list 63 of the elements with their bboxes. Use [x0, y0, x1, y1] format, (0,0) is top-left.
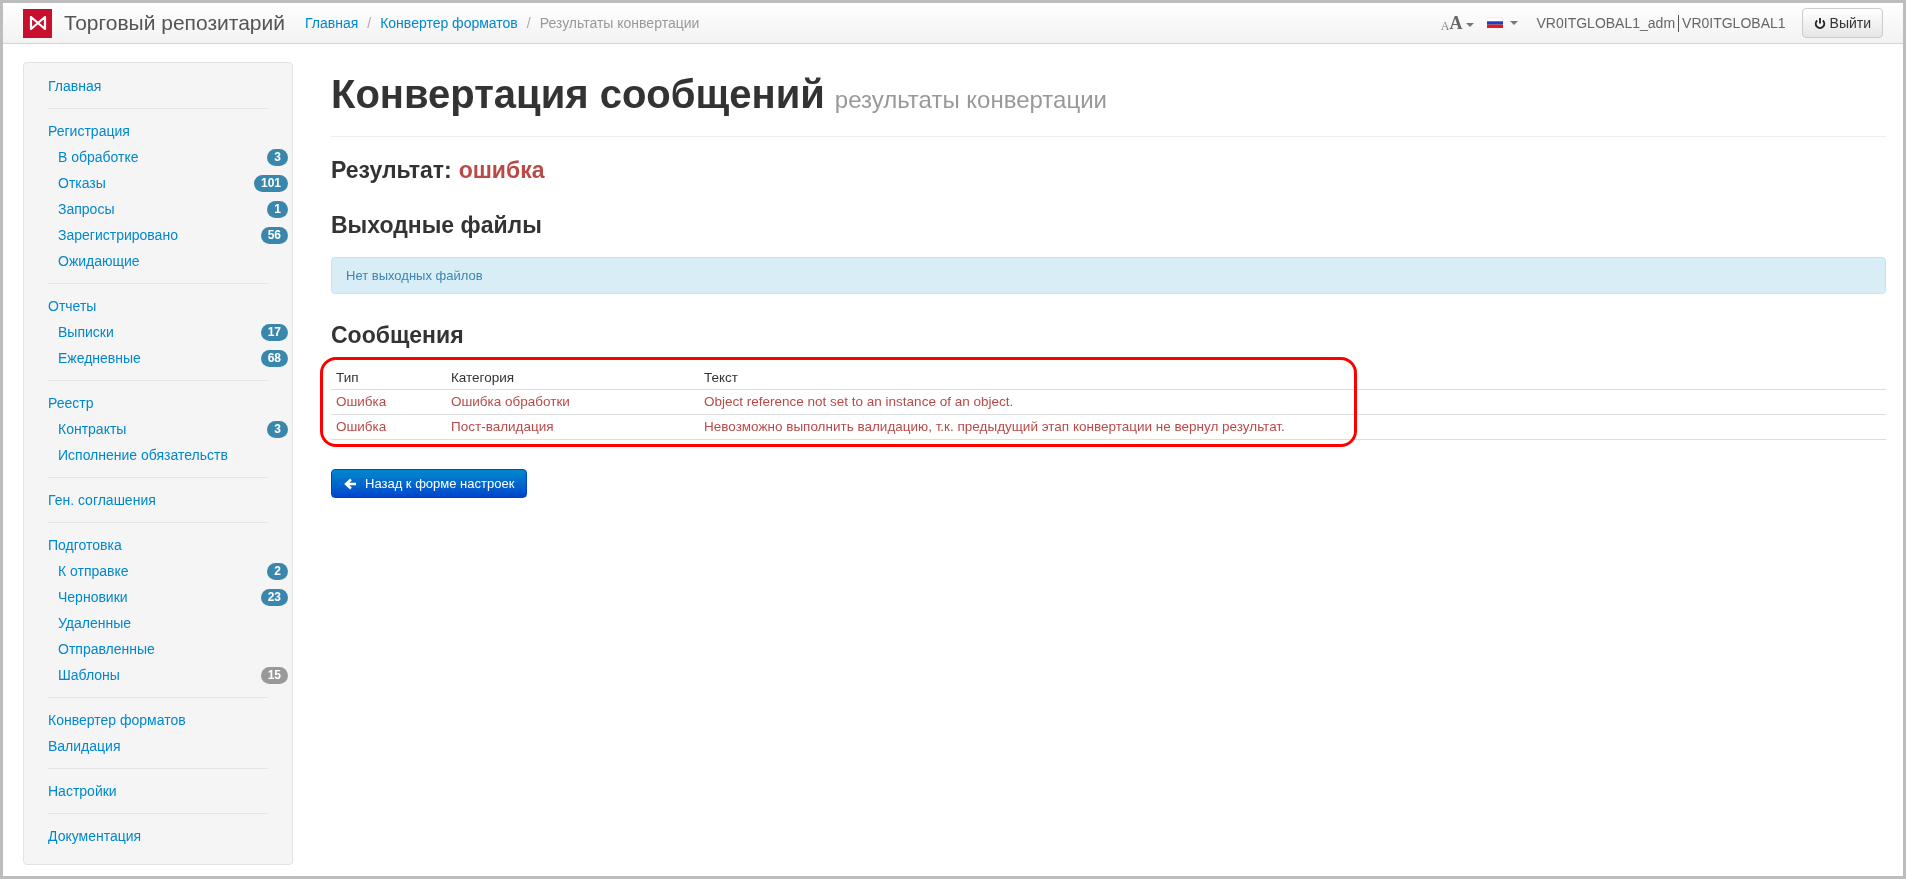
arrow-left-icon — [344, 477, 357, 490]
count-badge: 56 — [260, 226, 288, 244]
count-badge: 17 — [260, 323, 288, 341]
nav-sub-link[interactable]: Черновики — [58, 586, 128, 608]
nav-sub-link[interactable]: Выписки — [58, 321, 114, 343]
table-cell: Ошибка — [331, 389, 446, 415]
nav-link[interactable]: Подготовка — [40, 532, 276, 558]
column-header: Тип — [331, 366, 446, 390]
back-button[interactable]: Назад к форме настроек — [331, 469, 528, 498]
count-badge: 68 — [260, 349, 288, 367]
messages-heading: Сообщения — [331, 321, 465, 350]
nav-sub-link[interactable]: Ежедневные — [58, 347, 141, 369]
nav-link[interactable]: Документация — [40, 823, 276, 849]
breadcrumb-separator: / — [526, 13, 531, 33]
nav-sub-link[interactable]: Ожидающие — [58, 250, 140, 272]
count-badge: 1 — [267, 200, 288, 218]
count-badge: 15 — [260, 666, 288, 684]
nav-link[interactable]: Настройки — [40, 778, 276, 804]
table-cell: Object reference not set to an instance of an object. — [699, 389, 1886, 415]
column-header: Категория — [446, 366, 699, 390]
page-subtitle: результаты конвертации — [834, 85, 1107, 115]
count-badge: 101 — [253, 174, 288, 192]
nav-sub-link[interactable]: Запросы — [58, 198, 115, 220]
table-cell: Невозможно выполнить валидацию, т.к. предыдущий этап конвертации не вернул результат. — [699, 414, 1886, 440]
nav-sub-link[interactable]: Контракты — [58, 418, 127, 440]
logo-icon[interactable] — [23, 8, 52, 38]
page-title: Конвертация сообщений — [331, 71, 825, 118]
table-cell: Пост-валидация — [446, 414, 699, 440]
count-badge: 3 — [267, 148, 288, 166]
logout-button[interactable]: Выйти — [1801, 8, 1883, 38]
nav-link[interactable]: Главная — [40, 73, 276, 99]
nav-link[interactable]: Валидация — [40, 733, 276, 759]
power-icon — [1813, 16, 1826, 30]
output-heading: Выходные файлы — [331, 210, 543, 240]
table-cell: Ошибка — [331, 414, 446, 440]
app-title[interactable]: Торговый репозитарий — [64, 7, 285, 39]
user-name: VR0ITGLOBAL1_adm — [1536, 13, 1676, 33]
nav-sub-link[interactable]: Исполнение обязательств — [58, 444, 228, 466]
nav-link[interactable]: Регистрация — [40, 118, 276, 144]
nav-sub-link[interactable]: К отправке — [58, 560, 129, 582]
nav-link[interactable]: Реестр — [40, 390, 276, 416]
organization-name: VR0ITGLOBAL1 — [1682, 13, 1786, 33]
count-badge: 2 — [267, 562, 288, 580]
breadcrumb-separator: / — [367, 13, 372, 33]
breadcrumb-link[interactable]: Конвертер форматов — [380, 12, 518, 34]
count-badge: 23 — [260, 588, 288, 606]
nav-sub-link[interactable]: Отказы — [58, 172, 106, 194]
column-header: Текст — [699, 366, 1886, 390]
nav-link[interactable]: Отчеты — [40, 293, 276, 319]
breadcrumb-current: Результаты конвертации — [539, 13, 700, 33]
result-label: Результат: — [331, 156, 452, 185]
nav-link[interactable]: Ген. соглашения — [40, 487, 276, 513]
table-cell: Ошибка обработки — [446, 389, 699, 415]
nav-sub-link[interactable]: Удаленные — [58, 612, 132, 634]
nav-sub-link[interactable]: Отправленные — [58, 638, 155, 660]
breadcrumb-link[interactable]: Главная — [305, 12, 359, 34]
nav-link[interactable]: Конвертер форматов — [40, 707, 276, 733]
nav-sub-link[interactable]: Шаблоны — [58, 664, 120, 686]
count-badge: 3 — [267, 420, 288, 438]
nav-sub-link[interactable]: Зарегистрировано — [58, 224, 178, 246]
nav-sub-link[interactable]: В обработке — [58, 146, 139, 168]
empty-output-message: Нет выходных файлов — [346, 266, 483, 285]
result-value: ошибка — [458, 156, 545, 185]
